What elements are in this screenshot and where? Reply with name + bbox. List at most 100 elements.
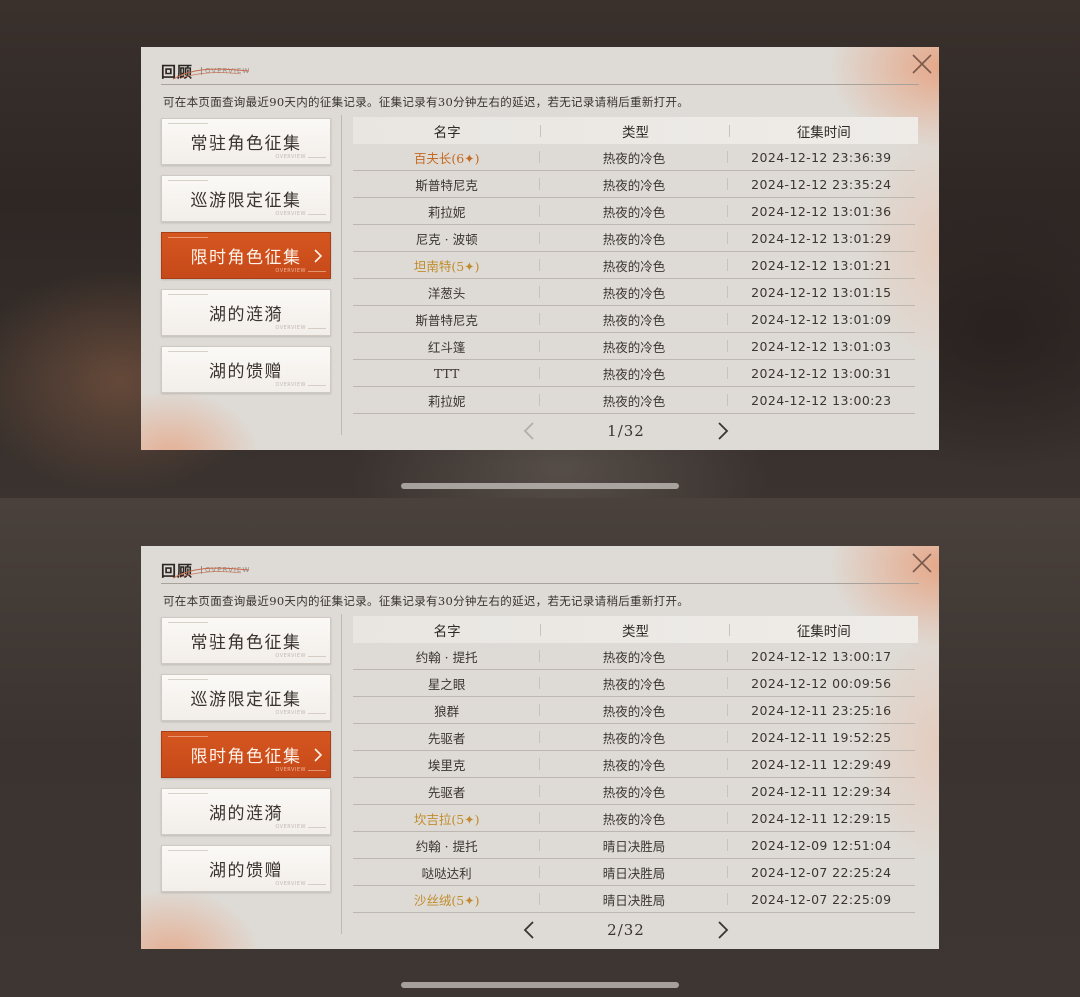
sidebar-item-0[interactable]: 常驻角色征集 OVERVIEW xyxy=(161,118,331,165)
sidebar-item-label: 限时角色征集 xyxy=(190,747,302,767)
cell-name: 莉拉妮 xyxy=(353,391,541,410)
divider xyxy=(161,583,919,584)
decorative-line xyxy=(308,713,326,714)
close-icon[interactable] xyxy=(909,51,935,77)
sidebar-item-tag: OVERVIEW xyxy=(275,268,306,274)
cell-type: 热夜的冷色 xyxy=(540,283,728,302)
table-row: 约翰 · 提托 热夜的冷色 2024-12-12 13:00:17 xyxy=(353,643,915,670)
page-indicator: 1/32 xyxy=(607,422,645,440)
sidebar-item-label: 湖的馈赠 xyxy=(209,861,283,881)
table-row: 约翰 · 提托 晴日决胜局 2024-12-09 12:51:04 xyxy=(353,832,915,859)
chevron-right-icon xyxy=(312,248,324,264)
close-icon[interactable] xyxy=(909,550,935,576)
cell-time: 2024-12-12 23:35:24 xyxy=(751,176,892,192)
cell-type: 晴日决胜局 xyxy=(540,836,728,855)
decorative-line xyxy=(308,214,326,215)
sidebar: 常驻角色征集 OVERVIEW 巡游限定征集 OVERVIEW 限时角色征集 O… xyxy=(161,617,331,902)
cell-type: 热夜的冷色 xyxy=(540,674,728,693)
sidebar-item-label: 常驻角色征集 xyxy=(190,134,302,154)
sidebar-item-label: 巡游限定征集 xyxy=(190,690,302,710)
cell-type: 热夜的冷色 xyxy=(540,701,728,720)
cell-time: 2024-12-11 23:25:16 xyxy=(751,702,892,718)
sidebar-item-label: 湖的馈赠 xyxy=(209,362,283,382)
cell-time: 2024-12-12 13:00:17 xyxy=(751,648,892,664)
table-row: 百夫长(6✦) 热夜的冷色 2024-12-12 23:36:39 xyxy=(353,144,915,171)
cell-name: TTT xyxy=(353,366,541,381)
home-indicator[interactable] xyxy=(401,483,679,489)
cell-name: 先驱者 xyxy=(353,728,541,747)
table-row: 先驱者 热夜的冷色 2024-12-11 12:29:34 xyxy=(353,778,915,805)
decorative-line xyxy=(168,294,208,295)
table-row: 莉拉妮 热夜的冷色 2024-12-12 13:00:23 xyxy=(353,387,915,414)
header-type: 类型 xyxy=(541,620,730,640)
arrow-right-icon[interactable] xyxy=(715,421,731,441)
records-table: 名字 类型 征集时间 百夫长(6✦) 热夜的冷色 2024-12-12 23:3… xyxy=(353,117,918,414)
sidebar-item-3[interactable]: 湖的涟漪 OVERVIEW xyxy=(161,788,331,835)
sidebar-item-0[interactable]: 常驻角色征集 OVERVIEW xyxy=(161,617,331,664)
sidebar-item-4[interactable]: 湖的馈赠 OVERVIEW xyxy=(161,845,331,892)
decorative-line xyxy=(308,770,326,771)
cell-type: 热夜的冷色 xyxy=(540,310,728,329)
sidebar-item-2[interactable]: 限时角色征集 OVERVIEW xyxy=(161,731,331,778)
sidebar-item-label: 常驻角色征集 xyxy=(190,633,302,653)
sidebar-item-label: 限时角色征集 xyxy=(190,248,302,268)
cell-name: 洋葱头 xyxy=(353,283,541,302)
sidebar-item-1[interactable]: 巡游限定征集 OVERVIEW xyxy=(161,175,331,222)
sidebar-item-4[interactable]: 湖的馈赠 OVERVIEW xyxy=(161,346,331,393)
home-indicator[interactable] xyxy=(401,982,679,988)
cell-time: 2024-12-11 12:29:49 xyxy=(751,756,892,772)
cell-type: 热夜的冷色 xyxy=(540,391,728,410)
arrow-right-icon[interactable] xyxy=(715,920,731,940)
sidebar: 常驻角色征集 OVERVIEW 巡游限定征集 OVERVIEW 限时角色征集 O… xyxy=(161,118,331,403)
cell-name: 坎吉拉(5✦) xyxy=(353,809,541,828)
sidebar-item-tag: OVERVIEW xyxy=(275,154,306,160)
header-time: 征集时间 xyxy=(796,124,851,141)
chevron-right-icon xyxy=(312,747,324,763)
cell-type: 热夜的冷色 xyxy=(540,647,728,666)
decorative-line xyxy=(168,850,208,851)
header-name: 名字 xyxy=(353,620,542,640)
cell-name: 沙丝绒(5✦) xyxy=(353,890,541,909)
header-type: 类型 xyxy=(541,121,730,141)
cell-type: 热夜的冷色 xyxy=(540,728,728,747)
divider xyxy=(341,614,342,934)
header-time: 征集时间 xyxy=(796,623,851,640)
table-row: 尼克 · 波顿 热夜的冷色 2024-12-12 13:01:29 xyxy=(353,225,915,252)
table-row: 埃里克 热夜的冷色 2024-12-11 12:29:49 xyxy=(353,751,915,778)
table-row: TTT 热夜的冷色 2024-12-12 13:00:31 xyxy=(353,360,915,387)
cell-time: 2024-12-11 19:52:25 xyxy=(751,729,892,745)
sidebar-item-2[interactable]: 限时角色征集 OVERVIEW xyxy=(161,232,331,279)
cell-name: 百夫长(6✦) xyxy=(353,148,541,167)
pagination: 1/32 xyxy=(521,419,731,443)
history-panel: 回顾 OVERVIEW 可在本页面查询最近90天内的征集记录。征集记录有30分钟… xyxy=(141,546,939,949)
table-row: 先驱者 热夜的冷色 2024-12-11 19:52:25 xyxy=(353,724,915,751)
notice-text: 可在本页面查询最近90天内的征集记录。征集记录有30分钟左右的延迟，若无记录请稍… xyxy=(163,594,690,608)
cell-time: 2024-12-07 22:25:09 xyxy=(751,891,892,907)
notice-text: 可在本页面查询最近90天内的征集记录。征集记录有30分钟左右的延迟，若无记录请稍… xyxy=(163,95,690,109)
cell-name: 哒哒达利 xyxy=(353,863,541,882)
cell-time: 2024-12-11 12:29:15 xyxy=(751,810,892,826)
cell-name: 坦南特(5✦) xyxy=(353,256,541,275)
sidebar-item-3[interactable]: 湖的涟漪 OVERVIEW xyxy=(161,289,331,336)
cell-name: 尼克 · 波顿 xyxy=(353,229,541,248)
history-panel: 回顾 OVERVIEW 可在本页面查询最近90天内的征集记录。征集记录有30分钟… xyxy=(141,47,939,450)
cell-type: 晴日决胜局 xyxy=(540,890,728,909)
divider xyxy=(161,84,919,85)
table-header: 名字 类型 征集时间 xyxy=(353,117,918,144)
arrow-left-icon[interactable] xyxy=(521,920,537,940)
table-row: 坎吉拉(5✦) 热夜的冷色 2024-12-11 12:29:15 xyxy=(353,805,915,832)
decorative-line xyxy=(308,157,326,158)
sidebar-item-label: 巡游限定征集 xyxy=(190,191,302,211)
sidebar-item-1[interactable]: 巡游限定征集 OVERVIEW xyxy=(161,674,331,721)
cell-type: 热夜的冷色 xyxy=(540,202,728,221)
cell-time: 2024-12-12 13:01:15 xyxy=(751,284,892,300)
sidebar-item-tag: OVERVIEW xyxy=(275,211,306,217)
table-row: 星之眼 热夜的冷色 2024-12-12 00:09:56 xyxy=(353,670,915,697)
table-row: 哒哒达利 晴日决胜局 2024-12-07 22:25:24 xyxy=(353,859,915,886)
table-row: 坦南特(5✦) 热夜的冷色 2024-12-12 13:01:21 xyxy=(353,252,915,279)
arrow-left-icon[interactable] xyxy=(521,421,537,441)
decorative-line xyxy=(168,180,208,181)
decorative-line xyxy=(168,736,208,737)
cell-type: 热夜的冷色 xyxy=(540,256,728,275)
table-row: 洋葱头 热夜的冷色 2024-12-12 13:01:15 xyxy=(353,279,915,306)
